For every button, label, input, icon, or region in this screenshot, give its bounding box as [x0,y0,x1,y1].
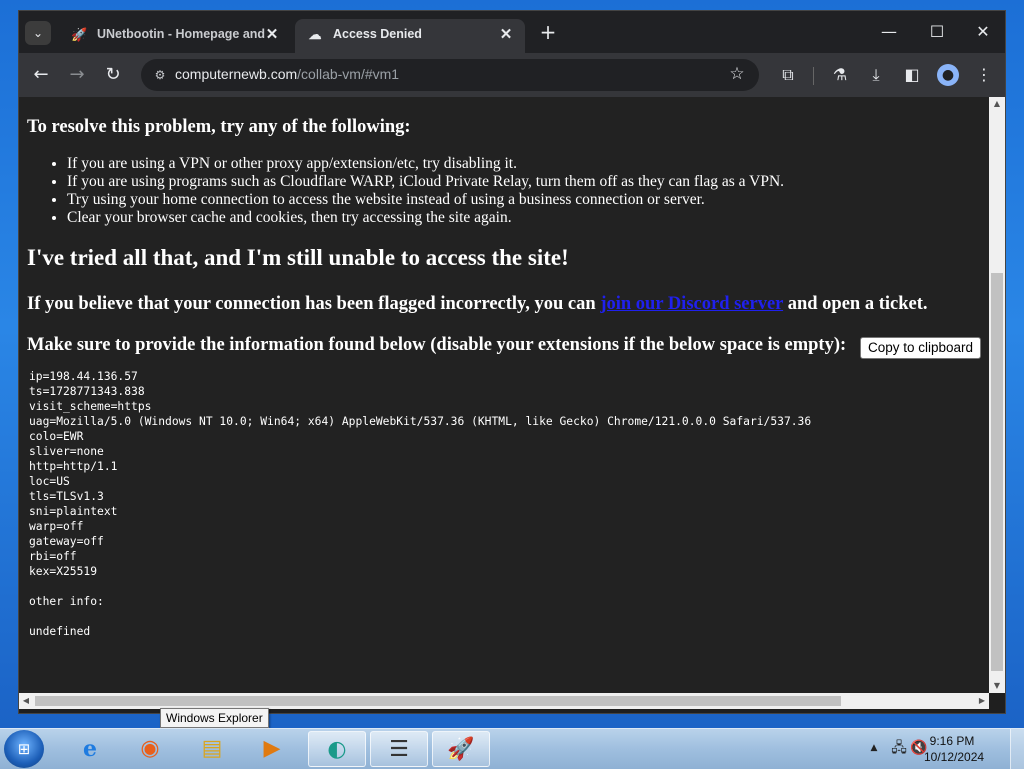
tab-strip: ⌄ 🚀 UNetbootin - Homepage and Do ✕ ☁ Acc… [19,11,1005,53]
scroll-up-arrow-icon[interactable]: ▲ [989,97,1005,111]
toolbar-divider [813,67,814,85]
maximize-button[interactable]: ☐ [915,17,959,47]
vertical-scroll-thumb[interactable] [991,273,1003,671]
tab-close-icon[interactable]: ✕ [263,25,281,45]
collabvm-app-icon[interactable]: ◐ [308,731,366,767]
bookmark-star-icon[interactable]: ☆ [727,64,747,84]
start-button[interactable]: ⊞ [4,730,44,768]
discord-link[interactable]: join our Discord server [600,294,783,314]
show-desktop-button[interactable] [1010,729,1024,769]
vertical-scrollbar[interactable]: ▲ ▼ [989,97,1005,693]
scroll-down-arrow-icon[interactable]: ▼ [989,679,1005,693]
site-settings-icon[interactable]: ⚙ [151,66,169,84]
browser-toolbar: ← → ↻ ⚙ computernewb.com/collab-vm/#vm1 … [19,53,1005,97]
tab-unetbootin[interactable]: 🚀 UNetbootin - Homepage and Do ✕ [59,19,291,53]
taskbar: ⊞ e ◉ ▤ ▶ ◐ ☰ 🚀 ▲ 🖧 🔇 9:16 PM 10/12/2024 [0,728,1024,769]
download-icon[interactable]: ⤓ [865,64,887,86]
horizontal-scrollbar[interactable]: ◀ ▶ [19,693,989,709]
unetbootin-icon[interactable]: 🚀 [432,731,490,767]
tab-search-button[interactable]: ⌄ [25,21,51,45]
taskbar-tooltip: Windows Explorer [160,708,269,728]
tips-list: If you are using a VPN or other proxy ap… [27,155,784,227]
system-clock[interactable]: 9:16 PM 10/12/2024 [924,733,985,765]
url-path: /collab-vm/#vm1 [297,66,400,82]
clock-date: 10/12/2024 [924,750,985,764]
internet-explorer-icon[interactable]: e [62,731,118,767]
side-panel-icon[interactable]: ◧ [901,64,923,86]
tried-heading: I've tried all that, and I'm still unabl… [27,245,569,270]
resolve-heading: To resolve this problem, try any of the … [27,117,411,137]
forward-arrow-icon[interactable]: → [65,63,89,87]
tab-title: UNetbootin - Homepage and Do [97,27,265,41]
media-player-icon[interactable]: ▶ [244,731,300,767]
page-content: To resolve this problem, try any of the … [19,97,989,693]
labs-flask-icon[interactable]: ⚗ [829,64,851,86]
tab-access-denied[interactable]: ☁ Access Denied ✕ [295,19,525,53]
tab-title: Access Denied [333,27,422,41]
scroll-left-arrow-icon[interactable]: ◀ [19,693,33,709]
rocket-icon: 🚀 [71,27,88,42]
url-host: computernewb.com [175,66,298,82]
tab-close-icon[interactable]: ✕ [497,25,515,45]
flagged-suffix: and open a ticket. [787,294,928,314]
horizontal-scroll-thumb[interactable] [35,696,841,706]
back-arrow-icon[interactable]: ← [29,63,53,87]
network-icon[interactable]: 🖧 [890,739,908,757]
connection-info-block[interactable]: ip=198.44.136.57 ts=1728771343.838 visit… [29,369,811,639]
scroll-right-arrow-icon[interactable]: ▶ [975,693,989,709]
notepad-list-icon[interactable]: ☰ [370,731,428,767]
minimize-button[interactable]: — [867,17,911,47]
provide-info-text: Make sure to provide the information fou… [27,335,847,355]
list-item: Try using your home connection to access… [67,191,784,209]
firefox-icon[interactable]: ◉ [122,731,178,767]
address-bar[interactable]: ⚙ computernewb.com/collab-vm/#vm1 ☆ [141,59,759,91]
url-text[interactable]: computernewb.com/collab-vm/#vm1 [175,66,399,82]
windows-explorer-icon[interactable]: ▤ [184,731,240,767]
browser-window: ⌄ 🚀 UNetbootin - Homepage and Do ✕ ☁ Acc… [18,10,1006,714]
list-item: If you are using programs such as Cloudf… [67,173,784,191]
reload-icon[interactable]: ↻ [101,63,125,87]
menu-kebab-icon[interactable]: ⋮ [973,64,995,86]
close-window-button[interactable]: ✕ [961,17,1005,47]
clock-time: 9:16 PM [929,734,975,748]
list-item: Clear your browser cache and cookies, th… [67,209,784,227]
flagged-paragraph: If you believe that your connection has … [27,294,928,315]
cloud-shield-icon: ☁ [308,27,322,42]
copy-to-clipboard-button[interactable]: Copy to clipboard [860,337,982,359]
flagged-text: If you believe that your connection has … [27,294,596,314]
windows-logo-icon: ⊞ [17,740,31,758]
profile-avatar-icon[interactable]: ● [937,64,959,86]
list-item: If you are using a VPN or other proxy ap… [67,155,784,173]
new-tab-button[interactable]: + [537,21,559,43]
extensions-icon[interactable]: ⧉ [777,64,799,86]
tray-expand-icon[interactable]: ▲ [868,741,880,755]
